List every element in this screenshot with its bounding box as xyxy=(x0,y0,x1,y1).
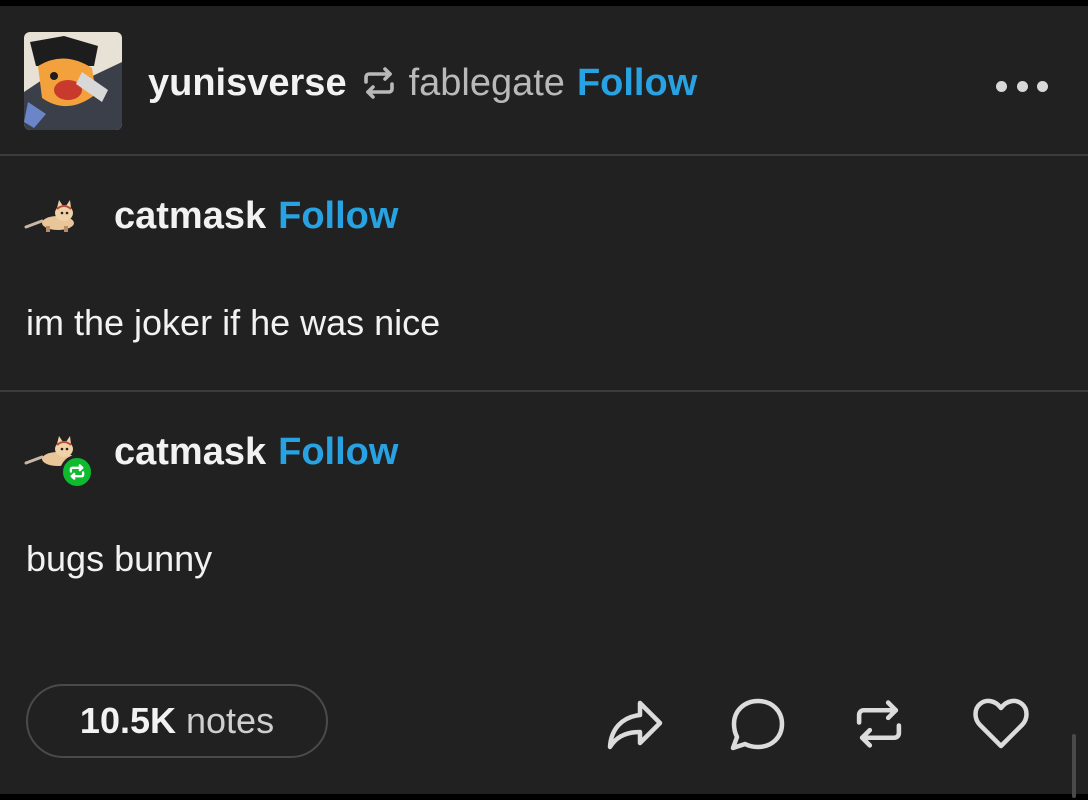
follow-button[interactable]: Follow xyxy=(278,431,398,474)
notes-button[interactable]: 10.5K notes xyxy=(26,684,328,758)
follow-button[interactable]: Follow xyxy=(278,195,398,238)
reblog-badge-icon xyxy=(60,455,94,489)
trail-text: im the joker if he was nice xyxy=(26,302,441,343)
trail-blog-name[interactable]: catmask xyxy=(114,431,266,474)
share-icon[interactable] xyxy=(605,694,665,754)
source-blog-name[interactable]: fablegate xyxy=(409,62,565,105)
like-icon[interactable] xyxy=(971,694,1031,754)
trail-entry-header: catmask Follow xyxy=(24,422,398,489)
trail-text: bugs bunny xyxy=(26,538,213,579)
catmask-avatar[interactable] xyxy=(24,429,94,489)
catmask-avatar[interactable] xyxy=(24,193,88,239)
follow-button[interactable]: Follow xyxy=(577,62,697,105)
post-header: yunisverse fablegate Follow xyxy=(0,6,1088,154)
more-horizontal-icon[interactable] xyxy=(996,76,1048,96)
divider xyxy=(0,390,1088,392)
post-attribution: yunisverse fablegate Follow xyxy=(148,58,697,108)
notes-label: notes xyxy=(186,700,275,741)
scrollbar[interactable] xyxy=(1072,734,1076,798)
reblog-icon[interactable] xyxy=(849,694,909,754)
reblog-icon xyxy=(361,66,397,100)
reblogger-name[interactable]: yunisverse xyxy=(148,62,347,105)
blog-avatar[interactable] xyxy=(24,32,122,130)
more-dot xyxy=(1037,80,1048,92)
more-dot xyxy=(1016,80,1028,92)
trail-blog-name[interactable]: catmask xyxy=(114,195,266,238)
trail-entry-header: catmask Follow xyxy=(24,186,398,246)
notes-count: 10.5K xyxy=(79,700,176,741)
comment-icon[interactable] xyxy=(727,694,787,754)
more-dot xyxy=(996,80,1007,92)
post-card: yunisverse fablegate Follow catmask Foll… xyxy=(0,6,1088,798)
divider xyxy=(0,154,1088,156)
